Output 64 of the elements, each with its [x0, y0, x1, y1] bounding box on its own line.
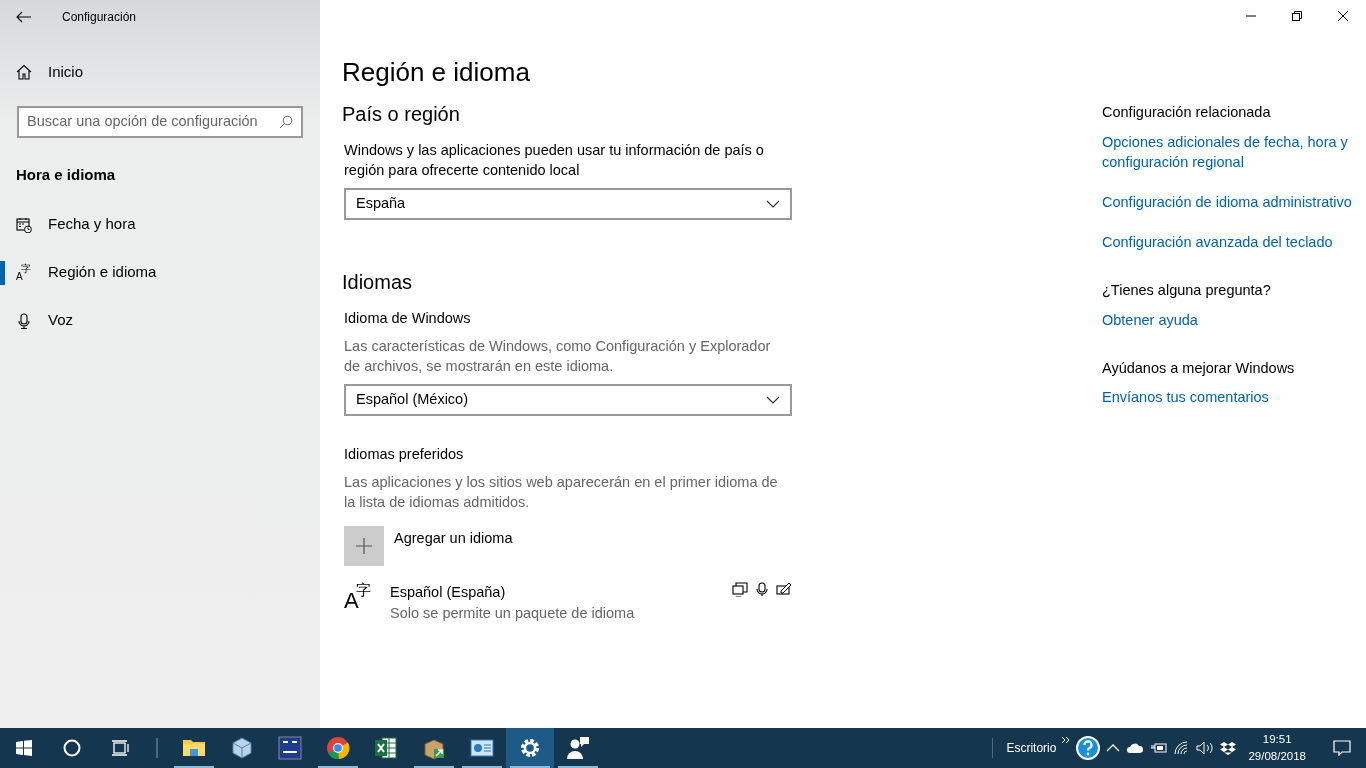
spreadsheet-icon [374, 736, 398, 760]
page-title: Región e idioma [342, 56, 531, 89]
chevron-down-icon [766, 395, 780, 404]
cloud-icon[interactable] [1126, 742, 1145, 754]
display-icon [732, 581, 748, 597]
home-icon [16, 64, 32, 80]
dropdown[interactable]: España [344, 188, 792, 220]
windows-logo-icon [16, 740, 32, 756]
language-icon: A 字 [16, 263, 32, 282]
description: Las características de Windows, como Configuración y Explorador de archivos, se mostrarán en este idioma. [344, 336, 772, 376]
related-heading: Ayúdanos a mejorar Windows [1102, 358, 1296, 378]
search-icon [279, 115, 293, 129]
taskbar-app-button[interactable] [506, 728, 554, 768]
microphone-icon [16, 312, 32, 329]
language-note: Solo se permite un paquete de idioma [390, 604, 636, 624]
section-heading: País o región [342, 102, 461, 126]
speech-bubble-icon [1333, 740, 1351, 756]
clock[interactable]: 19:51 29/08/2018 [1242, 731, 1312, 765]
people-icon [566, 736, 590, 760]
chevron-down-icon [766, 200, 780, 208]
circle-icon [63, 739, 81, 757]
battery-plug-icon[interactable] [1150, 741, 1169, 755]
presentation-icon [470, 736, 494, 760]
add-language-label[interactable]: Agregar un idioma [394, 525, 513, 550]
restore-icon [1292, 11, 1302, 21]
field-label: Idiomas preferidos [344, 444, 465, 464]
search-field[interactable]: Buscar una opción de configuración [17, 106, 303, 138]
dropbox-icon[interactable] [1220, 741, 1237, 755]
close-icon [1338, 11, 1348, 21]
section-heading: Hora e idioma [16, 165, 117, 185]
sidebar-item[interactable]: Fecha y hora [0, 200, 320, 249]
microphone-icon [756, 581, 768, 597]
gear-icon [518, 736, 542, 760]
description: Las aplicaciones y los sitios web aparecerán en el primer idioma de la lista de idiomas admitidos. [344, 472, 779, 512]
window-title: Configuración [62, 9, 137, 26]
related-link[interactable]: Configuración de idioma administrativo [1102, 191, 1352, 212]
cube-icon [230, 736, 254, 760]
description: Windows y las aplicaciones pueden usar tu información de país o región para ofrecerte contenido local [344, 141, 765, 180]
related-heading: Configuración relacionada [1102, 103, 1272, 122]
language-name: Español (España) [390, 582, 507, 602]
related-heading: ¿Tienes alguna pregunta? [1102, 280, 1272, 300]
dropdown[interactable]: Español (México) [344, 383, 792, 416]
task-view-icon [111, 740, 129, 756]
related-link[interactable]: Configuración avanzada del teclado [1102, 231, 1352, 252]
plus-icon [356, 537, 372, 554]
home-nav-item[interactable]: Inicio [0, 48, 320, 96]
dev-cpp-icon [278, 736, 302, 760]
calendar-clock-icon [16, 216, 32, 233]
toolbar-label[interactable]: Escritorio [1006, 739, 1057, 757]
speaker-icon[interactable] [1196, 741, 1215, 755]
back-arrow-icon [16, 11, 32, 23]
sidebar-item[interactable]: A 字 Región e idioma [0, 248, 320, 297]
chrome-icon [326, 736, 350, 760]
related-link[interactable]: Envíanos tus comentarios [1102, 387, 1352, 408]
help-icon[interactable] [1076, 736, 1101, 760]
sidebar-item[interactable]: Voz [0, 296, 320, 345]
related-link[interactable]: Obtener ayuda [1102, 309, 1352, 330]
chevron-up-icon[interactable] [1106, 744, 1121, 752]
add-language-button[interactable] [344, 525, 384, 566]
pen-icon [776, 581, 792, 595]
double-chevron-icon [1062, 736, 1071, 744]
field-label: Idioma de Windows [344, 309, 472, 328]
section-heading: Idiomas [342, 270, 414, 294]
related-link[interactable]: Opciones adicionales de fecha, hora y configuración regional [1102, 131, 1352, 172]
